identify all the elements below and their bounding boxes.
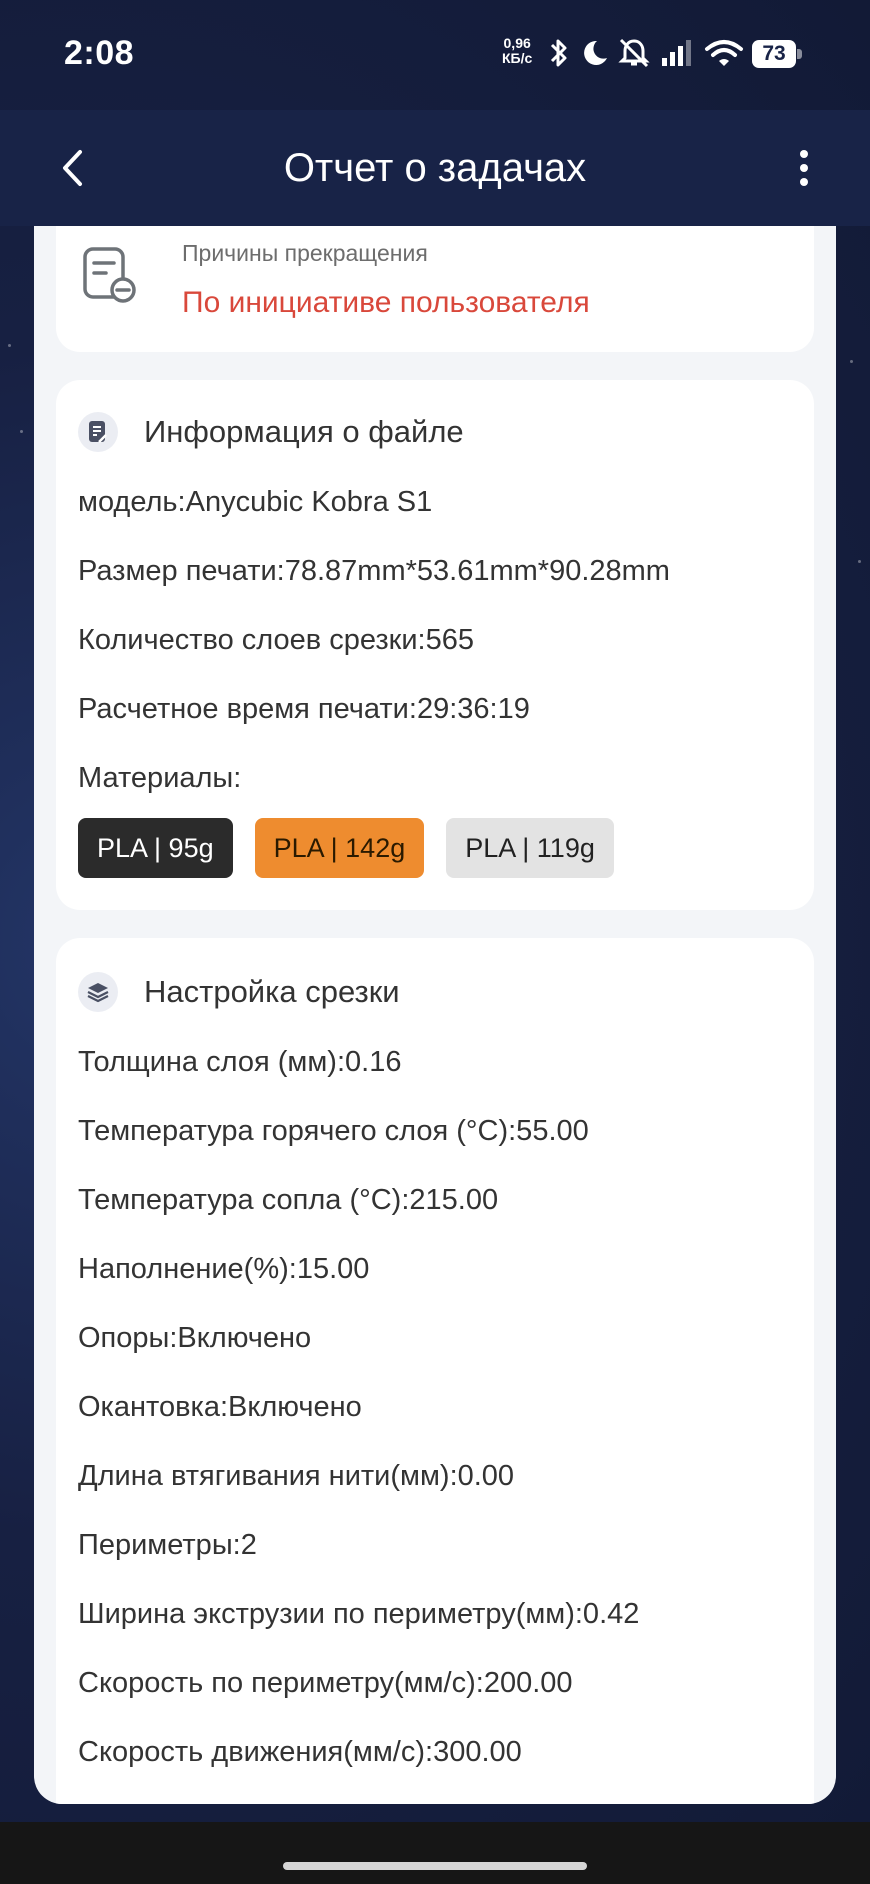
layers-icon: [78, 972, 118, 1012]
materials-list: PLA | 95g PLA | 142g PLA | 119g: [78, 818, 636, 878]
setting-supports: Опоры:Включено: [78, 1322, 312, 1354]
slice-settings-header: Настройка срезки: [78, 972, 400, 1012]
material-chip: PLA | 95g: [78, 818, 233, 878]
setting-perimeter-speed: Скорость по периметру(мм/с):200.00: [78, 1667, 573, 1699]
status-bar: 2:08 0,96 КБ/с 73: [0, 0, 870, 110]
app-header: Отчет о задачах: [0, 110, 870, 226]
file-info-header: Информация о файле: [78, 412, 464, 452]
network-speed-unit: КБ/с: [502, 50, 533, 66]
vertical-dots-icon: [800, 150, 808, 186]
setting-infill: Наполнение(%):15.00: [78, 1253, 370, 1285]
file-info-icon: [78, 412, 118, 452]
file-info-model: модель:Anycubic Kobra S1: [78, 486, 433, 518]
setting-bed-temperature: Температура горячего слоя (°C):55.00: [78, 1115, 589, 1147]
termination-reason-value: По инициативе пользователя: [182, 286, 590, 319]
battery-level: 73: [752, 40, 796, 68]
file-info-print-time: Расчетное время печати:29:36:19: [78, 693, 530, 725]
setting-travel-speed: Скорость движения(мм/с):300.00: [78, 1736, 522, 1768]
signal-strength-icon: [662, 40, 691, 66]
termination-reason-label: Причины прекращения: [182, 240, 428, 266]
file-info-title: Информация о файле: [144, 414, 464, 449]
document-stop-icon: [83, 247, 136, 303]
setting-perimeter-extrusion-width: Ширина экструзии по периметру(мм):0.42: [78, 1598, 640, 1630]
material-chip: PLA | 142g: [254, 818, 425, 878]
page-title: Отчет о задачах: [283, 146, 587, 190]
wifi-icon: [705, 40, 743, 66]
file-info-layer-count: Количество слоев срезки:565: [78, 624, 475, 656]
do-not-disturb-moon-icon: [584, 40, 607, 65]
slice-settings-title: Настройка срезки: [144, 974, 400, 1009]
file-info-card: Информация о файле модель:Anycubic Kobra…: [56, 380, 814, 910]
background-star: [8, 344, 11, 347]
materials-label: Материалы:: [78, 762, 242, 794]
muted-bell-icon: [618, 38, 650, 68]
file-info-print-size: Размер печати:78.87mm*53.61mm*90.28mm: [78, 555, 670, 587]
slice-settings-card: Настройка срезки Толщина слоя (мм):0.16 …: [56, 938, 814, 1804]
background-star: [850, 360, 853, 363]
background-star: [20, 430, 23, 433]
setting-perimeters: Периметры:2: [78, 1529, 257, 1561]
setting-layer-height: Толщина слоя (мм):0.16: [78, 1046, 402, 1078]
more-options-button[interactable]: [778, 140, 830, 196]
background-star: [858, 560, 861, 563]
setting-retraction-length: Длина втягивания нити(мм):0.00: [78, 1460, 515, 1492]
battery-indicator: 73: [752, 40, 804, 68]
setting-nozzle-temperature: Температура сопла (°C):215.00: [78, 1184, 499, 1216]
home-indicator[interactable]: [283, 1862, 587, 1870]
material-chip: PLA | 119g: [446, 818, 614, 878]
network-speed: 0,96 КБ/с: [502, 36, 532, 66]
network-speed-value: 0,96: [503, 35, 531, 51]
setting-brim: Окантовка:Включено: [78, 1391, 362, 1423]
navigation-bar: [0, 1822, 870, 1884]
termination-reason-card: Причины прекращения По инициативе пользо…: [56, 226, 814, 352]
report-content[interactable]: Причины прекращения По инициативе пользо…: [34, 226, 836, 1804]
status-time: 2:08: [64, 34, 135, 72]
bluetooth-icon: [550, 39, 567, 67]
